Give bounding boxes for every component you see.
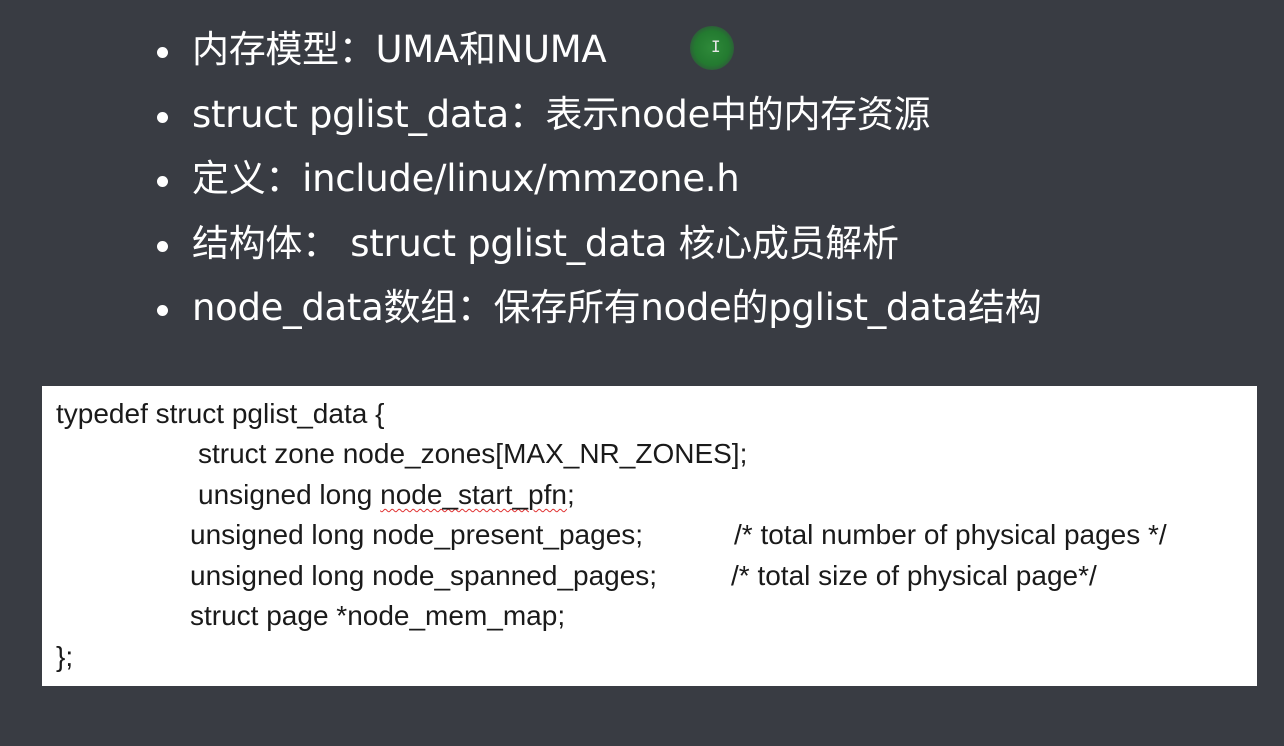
- code-line-node-present-pages: unsigned long node_present_pages;: [190, 519, 644, 550]
- code-line-node-start-pfn: unsigned long node_start_pfn;: [198, 475, 575, 515]
- bullet-text: node_data数组：保存所有node的pglist_data结构: [192, 286, 1042, 329]
- bullet-text: 定义：include/linux/mmzone.h: [192, 157, 740, 200]
- code-block: typedef struct pglist_data { struct zone…: [42, 386, 1257, 686]
- code-line-node-zones: struct zone node_zones[MAX_NR_ZONES];: [198, 438, 748, 469]
- bullet-dot-icon: [157, 305, 168, 317]
- code-line-node-spanned-pages: unsigned long node_spanned_pages;: [190, 560, 658, 591]
- bullet-item-pglist-data: struct pglist_data：表示node中的内存资源: [155, 83, 1041, 148]
- bullet-dot-icon: [157, 176, 168, 188]
- bullet-list: 内存模型：UMA和NUMA struct pglist_data：表示node中…: [155, 18, 1042, 341]
- bullet-item-node-data: node_data数组：保存所有node的pglist_data结构: [155, 276, 1042, 341]
- code-line-node-mem-map: struct page *node_mem_map;: [190, 600, 566, 631]
- slide: 内存模型：UMA和NUMA struct pglist_data：表示node中…: [0, 0, 1284, 746]
- bullet-item-definition: 定义：include/linux/mmzone.h: [155, 147, 1041, 212]
- bullet-dot-icon: [157, 111, 168, 123]
- bullet-item-struct: 结构体： struct pglist_data 核心成员解析: [155, 212, 1041, 277]
- bullet-item-memory-model: 内存模型：UMA和NUMA: [155, 18, 1041, 83]
- code-line-closing-brace: };: [56, 641, 74, 672]
- text-cursor-icon: I: [711, 38, 721, 56]
- code-text: ;: [566, 479, 575, 510]
- bullet-text: 内存模型：UMA和NUMA: [192, 28, 607, 71]
- bullet-text: struct pglist_data：表示node中的内存资源: [192, 92, 931, 136]
- code-line-typedef: typedef struct pglist_data {: [56, 398, 385, 429]
- bullet-dot-icon: [157, 47, 168, 59]
- spellcheck-word: node_start_pfn: [380, 479, 567, 510]
- code-text: unsigned long: [198, 479, 381, 510]
- code-comment-spanned-pages: /* total size of physical page*/: [731, 560, 1097, 591]
- bullet-text: 结构体： struct pglist_data 核心成员解析: [192, 221, 899, 265]
- code-comment-present-pages: /* total number of physical pages */: [734, 519, 1167, 550]
- bullet-dot-icon: [157, 240, 168, 252]
